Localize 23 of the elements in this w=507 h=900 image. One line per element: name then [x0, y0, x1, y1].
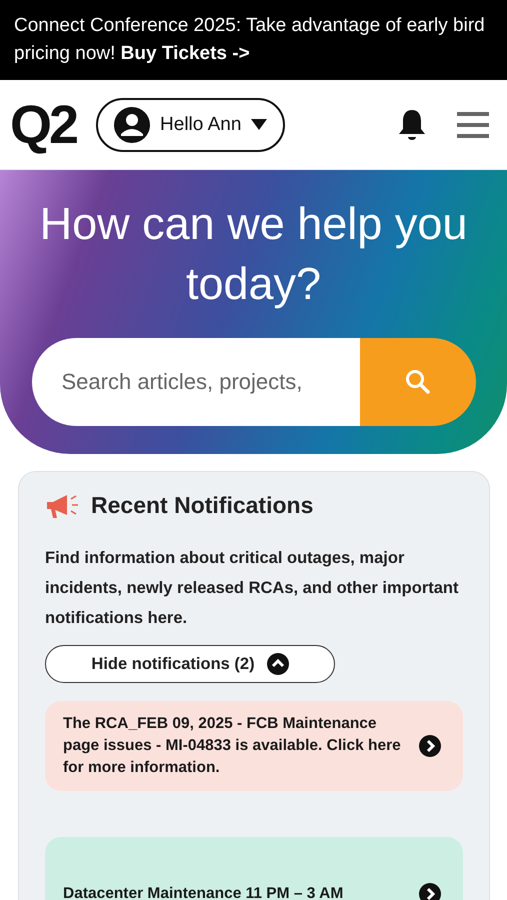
search-icon — [404, 369, 430, 395]
chevron-right-icon — [419, 735, 441, 757]
notification-card[interactable]: The RCA_FEB 09, 2025 - FCB Maintenance page issues - MI-04833 is available. Click here for more information. — [45, 701, 463, 791]
caret-icon — [251, 119, 268, 130]
bell-icon[interactable] — [397, 108, 427, 142]
notification-text: The RCA_FEB 09, 2025 - FCB Maintenance page issues - MI-04833 is available. Click here for more information. — [63, 714, 402, 778]
notification-card[interactable]: Datacenter Maintenance 11 PM – 3 AM — [45, 837, 463, 900]
megaphone-icon — [45, 492, 81, 518]
hero-title: How can we help you today? — [38, 197, 468, 311]
description-text: Find information about critical outages, major incidents, newly released RCAs, and other important notifications here. — [45, 548, 460, 629]
hide-notifications-button[interactable]: Hide notifications (2) — [45, 645, 335, 683]
buy-tickets-link[interactable]: Buy Tickets -> — [120, 43, 250, 64]
menu-icon[interactable] — [457, 112, 489, 138]
card-title: Recent Notifications — [91, 492, 314, 519]
search-button[interactable] — [360, 338, 476, 426]
notification-text: Datacenter Maintenance 11 PM – 3 AM — [63, 884, 344, 900]
chevron-right-icon — [419, 883, 441, 900]
user-menu-button[interactable]: Hello Ann — [96, 98, 286, 152]
user-avatar-icon — [114, 106, 150, 142]
search-field[interactable]: Search articles, projects, — [32, 338, 360, 426]
logo[interactable]: Q2 — [10, 98, 76, 152]
chevron-up-icon — [266, 653, 289, 675]
banner-text: Connect Conference 2025: Take advantage of early bird pricing now! Buy Tickets -> — [14, 14, 486, 66]
